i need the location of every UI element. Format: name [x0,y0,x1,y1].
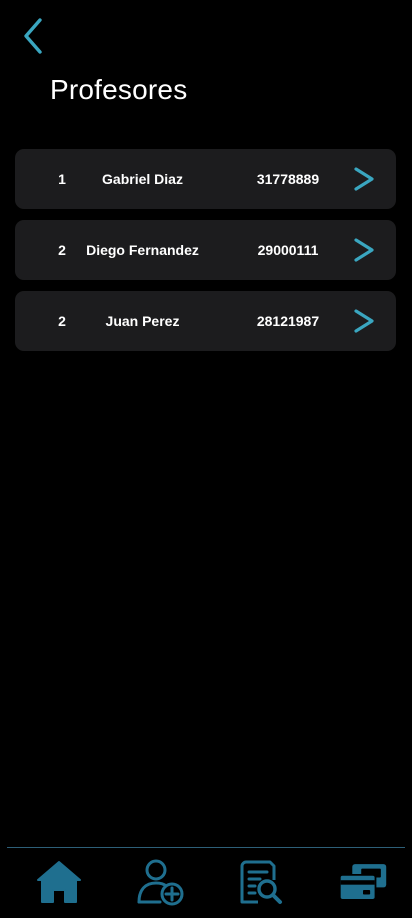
teacher-number: 1 [58,171,66,187]
teacher-name: Gabriel Diaz [102,171,183,187]
teacher-name: Diego Fernandez [86,242,199,258]
nav-home[interactable] [34,856,84,908]
add-user-icon [137,859,184,906]
teacher-row[interactable]: 2 Juan Perez 28121987 [15,291,396,351]
home-icon [37,861,81,903]
teacher-row[interactable]: 1 Gabriel Diaz 31778889 [15,149,396,209]
teacher-id: 28121987 [256,313,320,329]
teacher-id: 29000111 [257,242,319,258]
nav-document-search[interactable] [235,856,285,908]
teacher-row[interactable]: 2 Diego Fernandez 29000111 [15,220,396,280]
page-title: Profesores [50,74,188,105]
teacher-name: Juan Perez [105,313,180,329]
teacher-id: 31778889 [256,171,320,187]
nav-add-user[interactable] [135,856,185,908]
payment-cards-icon [338,864,387,901]
chevron-right-icon[interactable] [352,237,376,263]
chevron-right-icon[interactable] [352,166,376,192]
teacher-list: 1 Gabriel Diaz 31778889 2 Diego Fernande… [15,149,396,351]
teacher-number: 2 [58,313,66,329]
nav-payments[interactable] [338,856,388,908]
document-search-icon [240,860,282,904]
bottom-nav [7,847,405,918]
back-button[interactable] [16,14,50,58]
chevron-left-icon [24,18,42,54]
teacher-number: 2 [58,242,66,258]
chevron-right-icon[interactable] [352,308,376,334]
